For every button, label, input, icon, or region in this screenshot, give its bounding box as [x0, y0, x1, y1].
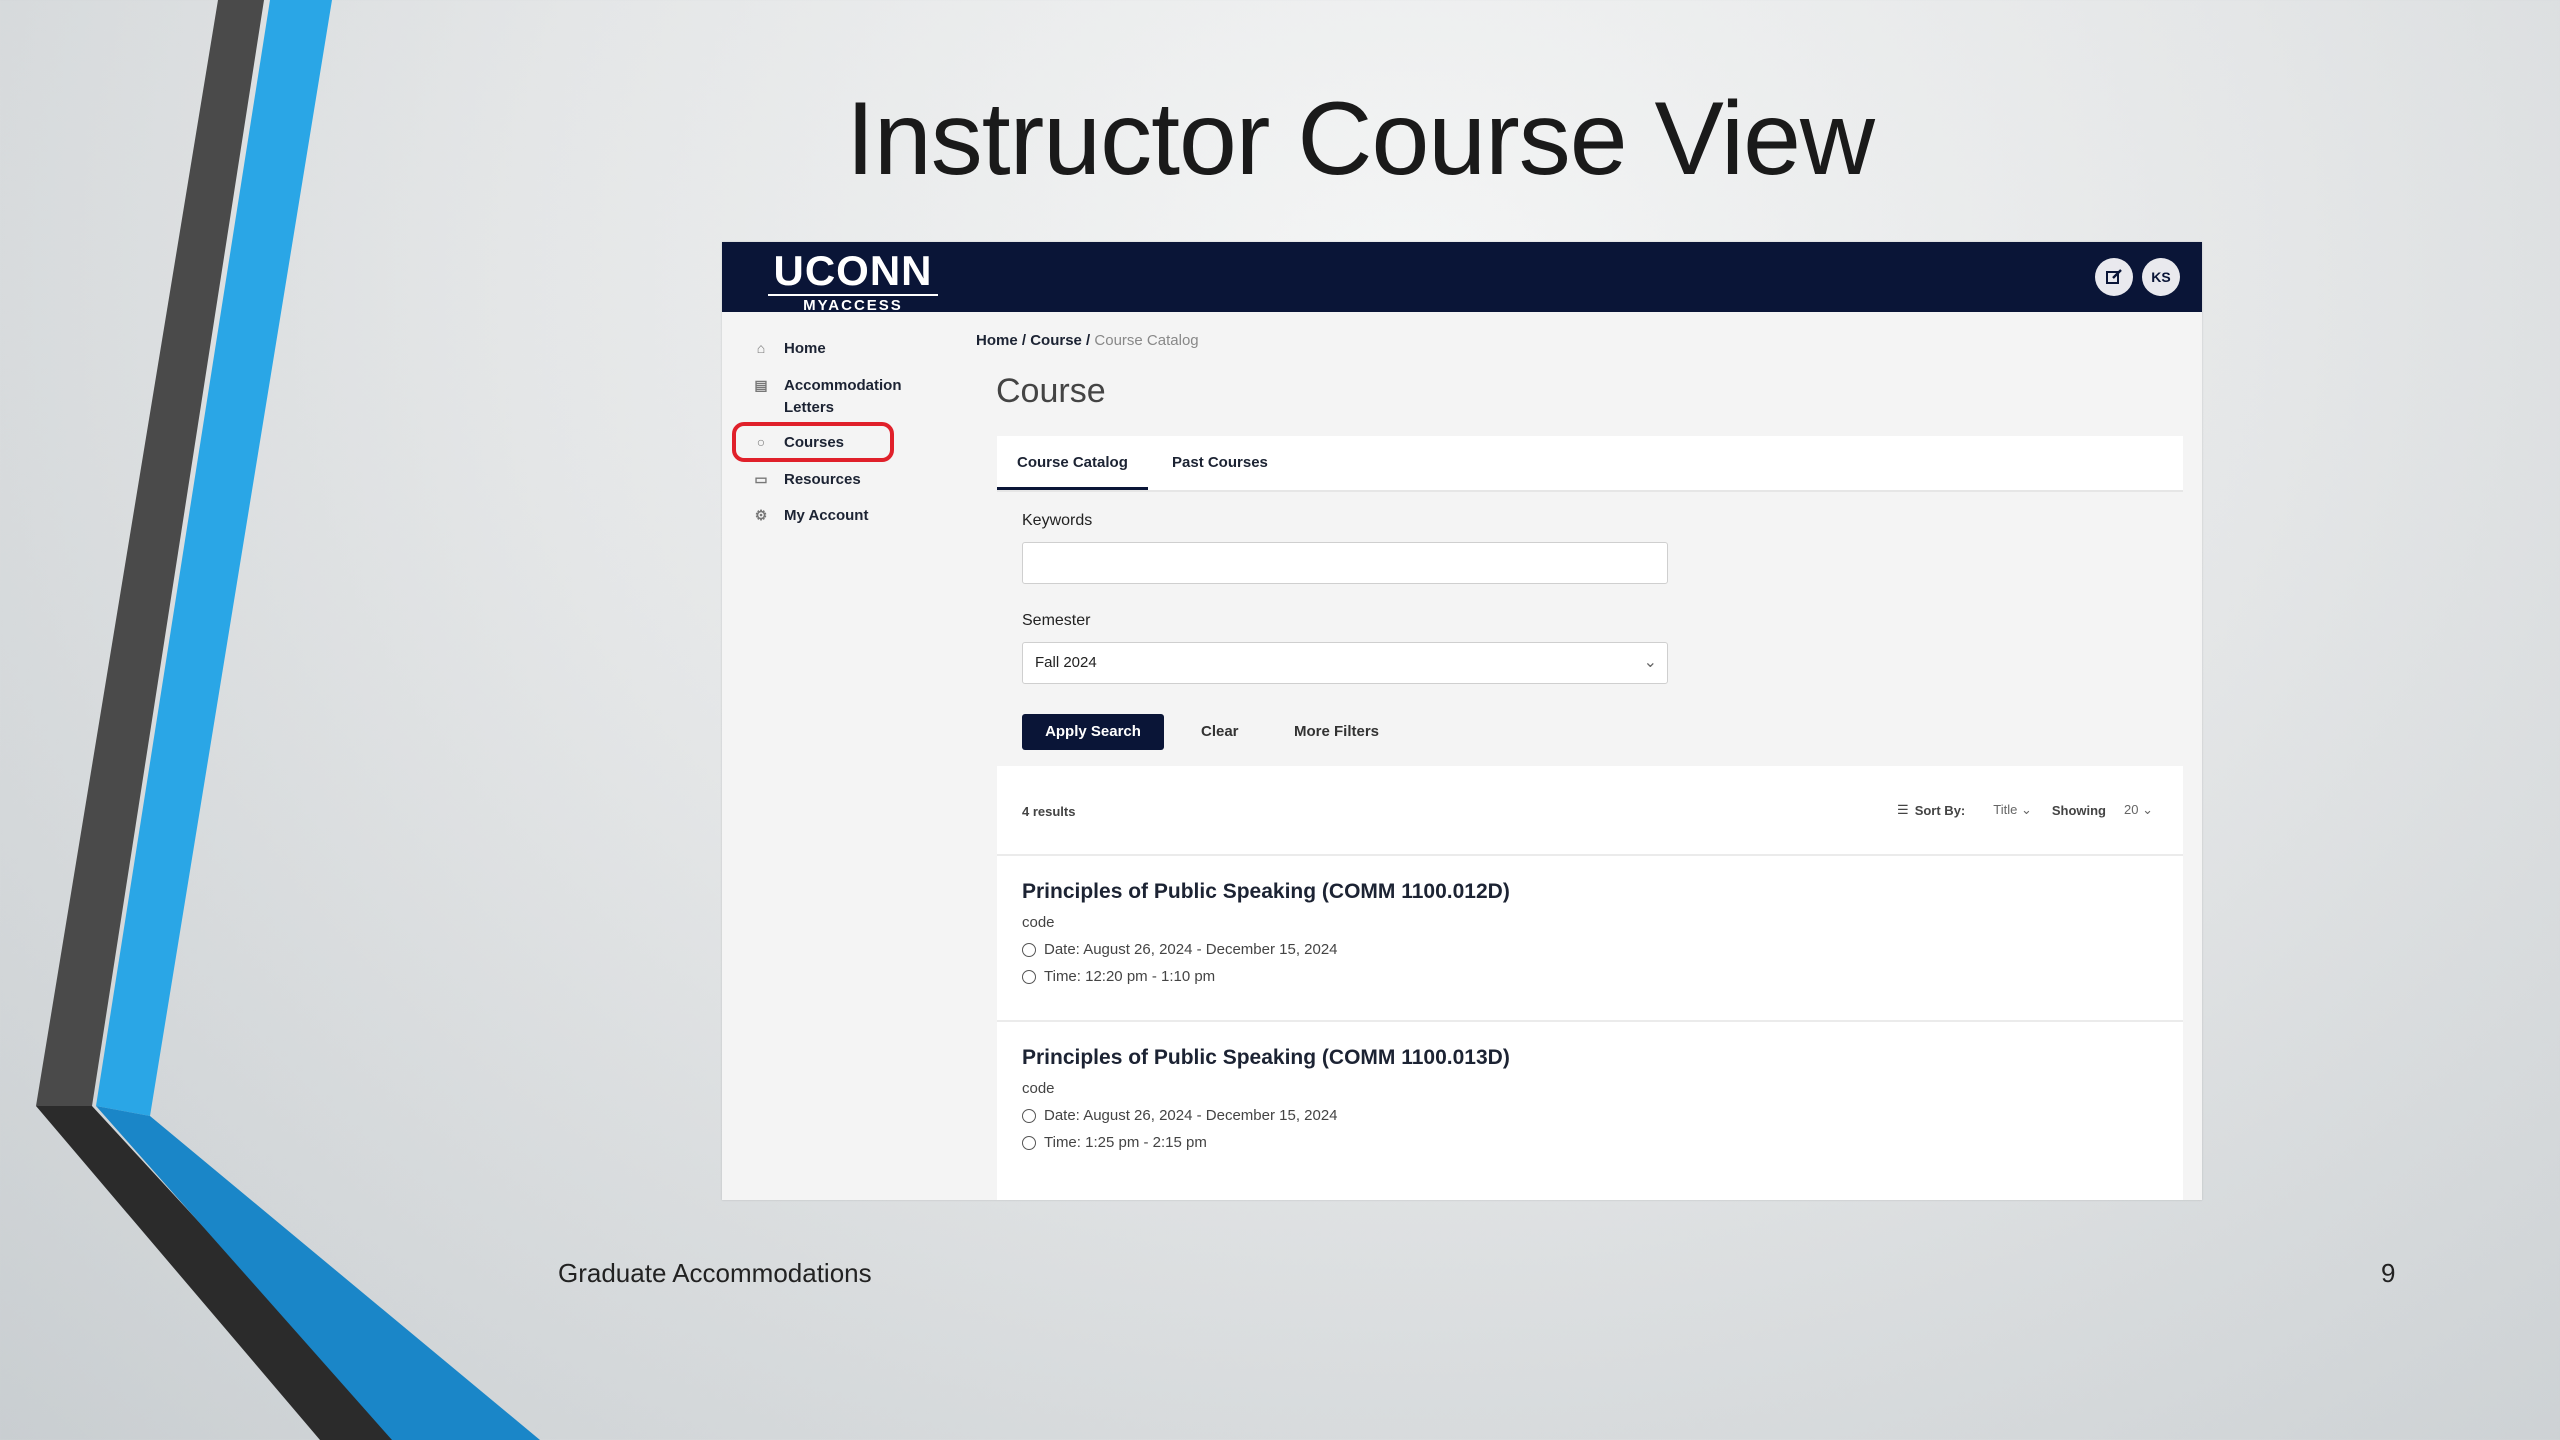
letter-icon: ▤ — [754, 376, 768, 393]
filter-section: Keywords Semester Fall 2024 ⌄ Apply Sear… — [997, 492, 2183, 766]
clock-icon — [1022, 1135, 1036, 1150]
course-code: code — [1022, 1080, 1055, 1097]
course-time: Time: 1:25 pm - 2:15 pm — [1022, 1134, 2122, 1151]
tab-past-courses[interactable]: Past Courses — [1152, 436, 1288, 490]
sort-value: Title — [1993, 802, 2018, 817]
sidebar-item-resources[interactable]: ▭ Resources — [752, 469, 924, 491]
more-filters-button[interactable]: More Filters — [1294, 714, 1379, 750]
tab-course-catalog[interactable]: Course Catalog — [997, 436, 1148, 490]
list-item[interactable]: Principles of Public Speaking (COMM 1100… — [1022, 880, 2122, 985]
uconn-logo[interactable]: UCONN MYACCESS — [768, 250, 938, 314]
semester-value: Fall 2024 — [1035, 654, 1097, 671]
sort-bar: ☰ Sort By: Title ⌄ Showing 20 ⌄ — [1897, 802, 2153, 818]
sidebar-item-label: Accommodation Letters — [784, 377, 902, 416]
top-bar: UCONN MYACCESS KS — [722, 242, 2202, 314]
sidebar-item-home[interactable]: ⌂ Home — [752, 338, 924, 360]
sidebar-item-accommodation-letters[interactable]: ▤ Accommodation Letters — [752, 375, 924, 419]
user-avatar[interactable]: KS — [2142, 258, 2180, 296]
sort-icon: ☰ — [1897, 802, 1909, 817]
app-screenshot: UCONN MYACCESS KS ⌂ Home ▤ Accommodation… — [722, 242, 2202, 1200]
sidebar-item-label: Resources — [784, 471, 861, 488]
course-title[interactable]: Principles of Public Speaking (COMM 1100… — [1022, 1046, 2122, 1070]
edit-button[interactable] — [2095, 258, 2133, 296]
breadcrumb-separator: / — [1081, 332, 1095, 349]
tab-bar: Course Catalog Past Courses — [997, 436, 2183, 492]
breadcrumb-course[interactable]: Course — [1030, 332, 1082, 349]
breadcrumb-current: Course Catalog — [1094, 332, 1199, 349]
edit-icon — [2106, 269, 2122, 284]
apply-search-button[interactable]: Apply Search — [1022, 714, 1164, 750]
course-date-text: Date: August 26, 2024 - December 15, 202… — [1044, 1107, 1338, 1124]
chevron-down-icon: ⌄ — [1643, 654, 1657, 671]
clear-button[interactable]: Clear — [1201, 714, 1239, 750]
sidebar-item-my-account[interactable]: ⚙ My Account — [752, 505, 924, 527]
sidebar-item-label: My Account — [784, 507, 869, 524]
gear-icon: ⚙ — [754, 506, 768, 523]
keywords-label: Keywords — [1022, 512, 1093, 529]
results-section: 4 results ☰ Sort By: Title ⌄ Showing 20 … — [997, 766, 2183, 1200]
course-time: Time: 12:20 pm - 1:10 pm — [1022, 968, 2122, 985]
course-code: code — [1022, 914, 1055, 931]
clock-icon — [1022, 969, 1036, 984]
keywords-input[interactable] — [1022, 542, 1668, 584]
course-date-text: Date: August 26, 2024 - December 15, 202… — [1044, 941, 1338, 958]
course-date: Date: August 26, 2024 - December 15, 202… — [1022, 1107, 2122, 1124]
course-title[interactable]: Principles of Public Speaking (COMM 1100… — [1022, 880, 2122, 904]
courses-highlight-annotation — [732, 422, 894, 462]
clock-icon — [1022, 942, 1036, 957]
logo-main: UCONN — [773, 247, 933, 294]
semester-select[interactable]: Fall 2024 ⌄ — [1022, 642, 1668, 684]
slide-title: Instructor Course View — [845, 81, 1875, 197]
divider — [997, 854, 2183, 856]
slide-page-number: 9 — [2381, 1258, 2396, 1288]
sort-select[interactable]: Title ⌄ — [1993, 802, 2032, 818]
sort-label: Sort By: — [1914, 802, 1966, 818]
page-title: Course — [996, 372, 1106, 410]
sidebar-item-label: Home — [784, 340, 826, 357]
course-date: Date: August 26, 2024 - December 15, 202… — [1022, 941, 2122, 958]
results-count: 4 results — [1022, 804, 1076, 819]
breadcrumb: Home / Course / Course Catalog — [976, 332, 1199, 349]
slide-footer: Graduate Accommodations — [558, 1258, 872, 1288]
divider — [997, 1020, 2183, 1022]
clock-icon — [1022, 1108, 1036, 1123]
semester-label: Semester — [1022, 612, 1091, 629]
breadcrumb-home[interactable]: Home — [976, 332, 1018, 349]
logo-sub: MYACCESS — [768, 294, 938, 314]
course-time-text: Time: 1:25 pm - 2:15 pm — [1044, 1134, 1207, 1151]
resources-icon: ▭ — [754, 470, 768, 487]
list-item[interactable]: Principles of Public Speaking (COMM 1100… — [1022, 1046, 2122, 1151]
showing-label: Showing — [2051, 802, 2107, 818]
showing-value: 20 — [2124, 802, 2139, 817]
course-time-text: Time: 12:20 pm - 1:10 pm — [1044, 968, 1216, 985]
showing-select[interactable]: 20 ⌄ — [2124, 802, 2153, 818]
home-icon: ⌂ — [756, 340, 766, 356]
breadcrumb-separator: / — [1017, 332, 1031, 349]
